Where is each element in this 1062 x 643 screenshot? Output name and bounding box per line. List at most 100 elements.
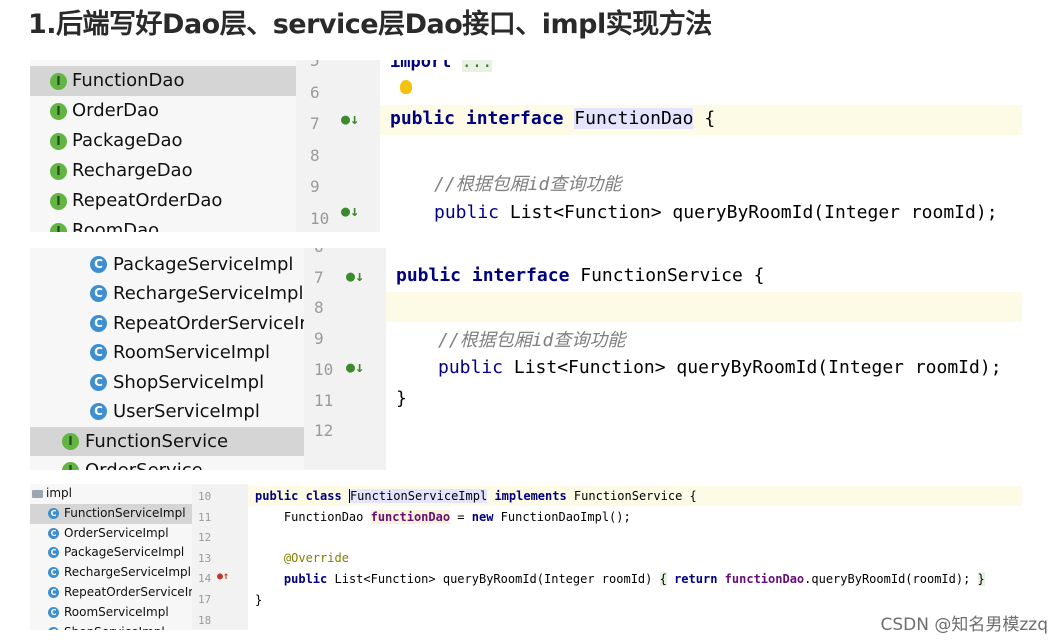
- line-number: 11: [314, 390, 334, 410]
- tree-item-label: RechargeServiceImpl: [64, 565, 191, 580]
- class-icon: C: [48, 587, 59, 598]
- interface-icon: I: [50, 223, 67, 232]
- line-number: 6: [310, 82, 320, 102]
- class-icon: C: [48, 527, 59, 539]
- keyword: new: [471, 510, 494, 524]
- interface-icon: I: [50, 73, 67, 90]
- tree-item-label: RepeatOrderServiceImpl: [113, 312, 304, 334]
- code-line-import: import ...: [390, 60, 493, 72]
- tree-item[interactable]: I FunctionService: [30, 426, 304, 456]
- line-number: 8: [314, 298, 324, 318]
- class-icon: C: [90, 344, 107, 361]
- tree-item[interactable]: C RechargeServiceImpl: [30, 279, 304, 309]
- interface-icon: I: [50, 103, 67, 120]
- brace: {: [659, 572, 667, 586]
- tree-item[interactable]: I OrderService: [30, 456, 304, 470]
- folder-icon: [32, 490, 43, 498]
- tree-item[interactable]: C PackageServiceImpl: [30, 250, 304, 280]
- line-number: 12: [198, 531, 212, 545]
- tree-item-label: ShopServiceImpl: [64, 623, 165, 630]
- tree-item-label: OrderServiceImpl: [64, 525, 169, 540]
- interface-icon: I: [50, 193, 67, 210]
- line-number: 18: [198, 613, 212, 627]
- interface-icon: I: [62, 462, 79, 470]
- code-line-field: FunctionDao functionDao = new FunctionDa…: [255, 510, 631, 524]
- watermark: CSDN @知名男模zzq: [880, 615, 1048, 635]
- field-name: functionDao: [724, 572, 805, 586]
- tree-item[interactable]: C ShopServiceImpl: [30, 368, 304, 398]
- class-icon: C: [90, 403, 107, 420]
- keyword: return: [674, 572, 718, 586]
- tree-item[interactable]: C RepeatOrderServiceImpl: [30, 583, 192, 603]
- keyword: public: [434, 202, 500, 223]
- keyword: implements: [494, 489, 567, 503]
- tree-item-label: PackageServiceImpl: [113, 253, 294, 275]
- brace: }: [977, 572, 985, 586]
- tree-item-label: FunctionService: [85, 430, 229, 452]
- class-name: FunctionServiceImpl: [348, 489, 488, 503]
- tree-item[interactable]: C RechargeServiceImpl: [30, 563, 192, 583]
- tree-item[interactable]: I RepeatOrderDao: [30, 186, 296, 216]
- tree-item-label: RoomServiceImpl: [113, 342, 271, 363]
- implemented-marker-icon[interactable]: ●↓: [346, 267, 364, 285]
- tree-item[interactable]: C UserServiceImpl: [30, 397, 304, 427]
- keyword: public: [396, 265, 462, 286]
- line-number: 5: [310, 60, 320, 70]
- implemented-marker-icon[interactable]: ●↓: [341, 110, 359, 128]
- tree-item-label: FunctionDao: [72, 70, 185, 91]
- keyword: interface: [465, 108, 564, 129]
- line-number: 7: [310, 114, 320, 133]
- implemented-marker-icon[interactable]: ●↓: [346, 358, 364, 376]
- lightbulb-icon[interactable]: [400, 80, 412, 94]
- tree-item-label: OrderDao: [72, 100, 160, 121]
- keyword: public: [390, 108, 456, 129]
- impl-screenshot: impl C FunctionServiceImpl C OrderServiceImp…: [30, 484, 1022, 630]
- line-number: 7: [314, 267, 324, 287]
- tree-item[interactable]: I OrderDao: [30, 96, 296, 126]
- tree-item-label: PackageDao: [72, 130, 183, 151]
- code-line-declaration: public interface FunctionService {: [396, 265, 765, 286]
- tree-item-label: ShopServiceImpl: [113, 371, 265, 393]
- line-number: 13: [198, 551, 212, 565]
- project-tree: COrderServiceImplCPackageServiceImplCRec…: [30, 248, 304, 470]
- interface-icon: I: [50, 163, 67, 180]
- line-number: 14: [198, 572, 212, 586]
- tree-item[interactable]: C PackageServiceImpl: [30, 543, 192, 563]
- override-marker-icon[interactable]: ●↑: [217, 571, 229, 582]
- tree-item[interactable]: I RechargeDao: [30, 156, 296, 186]
- class-icon: C: [90, 373, 107, 391]
- tree-item[interactable]: I RoomDao: [30, 216, 296, 232]
- line-number: 9: [314, 329, 324, 349]
- tree-item-label: PackageServiceImpl: [64, 545, 185, 560]
- code-comment: //根据包厢id查询功能: [434, 174, 622, 195]
- closing-brace: }: [396, 388, 407, 409]
- tree-item[interactable]: C ShopServiceImpl: [30, 623, 192, 630]
- keyword: public: [283, 572, 328, 586]
- implemented-marker-icon[interactable]: ●↓: [341, 202, 359, 220]
- tree-item-label: RoomServiceImpl: [64, 604, 169, 619]
- tree-item[interactable]: I PackageDao: [30, 126, 296, 156]
- code-comment: //根据包厢id查询功能: [438, 330, 626, 351]
- line-number: 11: [198, 510, 212, 524]
- tree-item[interactable]: C RepeatOrderServiceImpl: [30, 309, 304, 339]
- tree-item[interactable]: C RoomServiceImpl: [30, 603, 192, 623]
- section-heading: 1.后端写好Dao层、service层Dao接口、impl实现方法: [28, 9, 712, 40]
- folded-import[interactable]: ...: [461, 60, 493, 72]
- class-icon: C: [48, 567, 59, 579]
- tree-item-label: RoomDao: [72, 220, 160, 232]
- tree-item[interactable]: C OrderServiceImpl: [30, 524, 192, 544]
- project-tree: implIFunctionDaoIOrderDaoIPackageDaoIRec…: [30, 60, 296, 232]
- class-icon: C: [48, 507, 59, 519]
- line-number: 17: [198, 593, 212, 606]
- tree-item-label: RechargeDao: [72, 160, 193, 181]
- tree-item[interactable]: I FunctionDao: [30, 66, 296, 96]
- interface-name: FunctionService {: [569, 265, 765, 286]
- tree-item[interactable]: C FunctionServiceImpl: [30, 503, 192, 524]
- tree-item[interactable]: impl: [30, 484, 192, 504]
- operator: =: [450, 510, 472, 524]
- line-number: 10: [314, 359, 334, 379]
- tree-item[interactable]: C RoomServiceImpl: [30, 338, 304, 368]
- code-line-method: public List<Function> queryByRoomId(Inte…: [434, 202, 998, 223]
- method-signature: List<Function> queryByRoomId(Integer roo…: [499, 202, 998, 223]
- method-signature: List<Function> queryByRoomId(Integer roo…: [327, 572, 660, 586]
